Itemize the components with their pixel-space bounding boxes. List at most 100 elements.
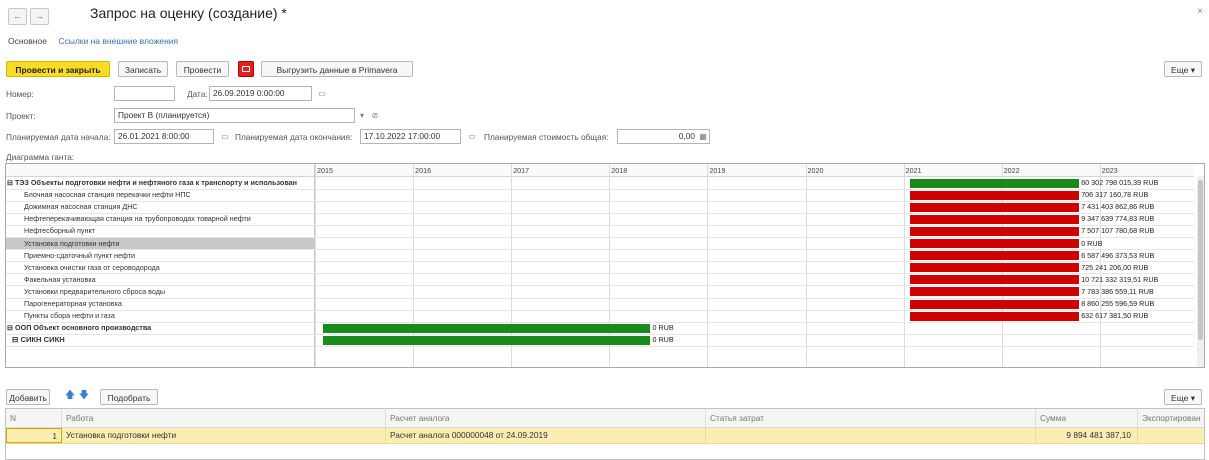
gantt-row-label: ⊟ ТЭЗ Объекты подготовки нефти и нефтяно… xyxy=(7,178,297,187)
gantt-row[interactable]: Приемно-сдаточный пункт нефти 6 587 496 3… xyxy=(6,250,1194,262)
column-header-exported[interactable]: Экспортирован xyxy=(1138,409,1204,428)
gantt-bar[interactable] xyxy=(910,178,1080,188)
gantt-bar[interactable] xyxy=(910,287,1080,297)
gantt-year-label: 2021 xyxy=(905,166,922,175)
gantt-bar-value: 8 860 255 596,59 RUB xyxy=(1081,299,1155,308)
back-button[interactable]: ← xyxy=(8,8,27,25)
end-date-label: Планируемая дата окончания: xyxy=(235,132,353,142)
post-and-close-button[interactable]: Провести и закрыть xyxy=(6,61,110,77)
cell-article[interactable] xyxy=(706,428,1036,443)
gantt-bar[interactable] xyxy=(910,226,1080,236)
gantt-bar[interactable] xyxy=(910,251,1080,261)
number-field[interactable] xyxy=(114,86,175,101)
gantt-year-label: 2019 xyxy=(709,166,726,175)
tab-external-links[interactable]: Ссылки на внешние вложения xyxy=(58,36,178,46)
export-primavera-button[interactable]: Выгрузить данные в Primavera xyxy=(261,61,413,77)
gantt-row-label: Блочная насосная станция перекачки нефти… xyxy=(24,190,191,200)
calendar-icon[interactable]: ▭ xyxy=(219,131,231,143)
gantt-bar-value: 706 317 160,78 RUB xyxy=(1081,190,1149,200)
gantt-bar[interactable] xyxy=(322,335,651,345)
report-icon xyxy=(242,66,250,72)
column-header-n[interactable]: N xyxy=(6,409,62,428)
gantt-bar-value: 632 617 381,50 RUB xyxy=(1081,311,1149,321)
cell-n[interactable]: 1 xyxy=(6,428,62,443)
gantt-bar-value: 0 RUB xyxy=(652,323,674,333)
start-date-field[interactable]: 26.01.2021 8:00:00 xyxy=(114,129,214,144)
gantt-row-label: ⊟ СИКН СИКН xyxy=(12,335,65,345)
section-tabs: Основное Ссылки на внешние вложения xyxy=(8,36,187,46)
move-up-icon[interactable]: 🡅 xyxy=(64,389,76,403)
gantt-row[interactable]: Установка очистки газа от сероводорода 72… xyxy=(6,262,1194,274)
gantt-bar-value: 60 302 798 015,39 RUB xyxy=(1081,178,1159,187)
gantt-row[interactable]: Нефтеперекачивающая станция на трубопров… xyxy=(6,213,1194,225)
gantt-bar[interactable] xyxy=(910,202,1080,212)
gantt-row-label: Пункты сбора нефти и газа xyxy=(24,311,115,321)
gantt-row[interactable]: Нефтесборный пункт 7 507 107 780,68 RUB xyxy=(6,225,1194,237)
gantt-scroll-thumb[interactable] xyxy=(1198,180,1203,340)
gantt-row-label: Установки предварительного сброса воды xyxy=(24,286,166,296)
save-button[interactable]: Записать xyxy=(118,61,168,77)
gantt-row[interactable]: Установка подготовки нефти 0 RUB xyxy=(6,237,1194,250)
cell-exported[interactable] xyxy=(1138,428,1204,443)
gantt-row-divider xyxy=(6,345,1194,347)
table-row[interactable]: 1 Установка подготовки нефти Расчет анал… xyxy=(6,428,1204,444)
forward-button[interactable]: → xyxy=(30,8,49,25)
more-button[interactable]: Еще ▾ xyxy=(1164,61,1202,77)
gantt-bar-value: 0 RUB xyxy=(1081,238,1103,248)
gantt-chart[interactable]: 2015 2016 2017 2018 2019 2020 2021 2022 2023 ⊟ ТЭ… xyxy=(5,163,1205,368)
column-header-article[interactable]: Статья затрат xyxy=(706,409,1036,428)
table-more-button[interactable]: Еще ▾ xyxy=(1164,389,1202,405)
gantt-row[interactable]: ⊟ ТЭЗ Объекты подготовки нефти и нефтяно… xyxy=(6,177,1194,189)
gantt-bar[interactable] xyxy=(910,263,1080,273)
gantt-year-label: 2015 xyxy=(317,166,333,175)
column-header-calc[interactable]: Расчет аналога xyxy=(386,409,706,428)
gantt-bar[interactable] xyxy=(910,214,1080,224)
post-button[interactable]: Провести xyxy=(176,61,229,77)
calculator-icon[interactable]: ▦ xyxy=(697,131,709,143)
close-icon[interactable]: × xyxy=(1197,6,1203,17)
gantt-bar[interactable] xyxy=(910,299,1080,309)
cell-work[interactable]: Установка подготовки нефти xyxy=(62,428,386,443)
gantt-year-label: 2016 xyxy=(415,166,432,175)
gantt-row[interactable]: ⊟ ООП Объект основного производства 0 RUB xyxy=(6,322,1194,334)
gantt-bar[interactable] xyxy=(910,311,1080,321)
column-header-work[interactable]: Работа xyxy=(62,409,386,428)
move-down-icon[interactable]: 🡇 xyxy=(78,389,90,403)
gantt-bar[interactable] xyxy=(322,323,651,333)
gantt-bar-value: 6 587 496 373,53 RUB xyxy=(1081,250,1155,260)
gantt-row-label: Парогенераторная установка xyxy=(24,299,122,308)
end-date-field[interactable]: 17.10.2022 17:00:00 xyxy=(360,129,461,144)
tab-main[interactable]: Основное xyxy=(8,36,47,46)
gantt-row[interactable]: Факельная установка 10 721 332 319,51 RUB xyxy=(6,274,1194,286)
number-label: Номер: xyxy=(6,89,34,99)
gantt-row[interactable]: Дожимная насосная станция ДНС 7 431 403 8… xyxy=(6,201,1194,213)
pdf-report-button[interactable] xyxy=(238,61,254,77)
gantt-row[interactable]: ⊟ СИКН СИКН 0 RUB xyxy=(6,334,1194,346)
chevron-down-icon[interactable]: ▾ xyxy=(356,110,368,122)
gantt-row-label: Установка очистки газа от сероводорода xyxy=(24,262,160,272)
cell-calc[interactable]: Расчет аналога 000000048 от 24.09.2019 xyxy=(386,428,706,443)
forward-icon: → xyxy=(35,11,44,21)
add-button[interactable]: Добавить xyxy=(6,389,50,405)
gantt-row[interactable]: Пункты сбора нефти и газа 632 617 381,50 … xyxy=(6,310,1194,322)
gantt-row[interactable]: Установки предварительного сброса воды 7 … xyxy=(6,286,1194,298)
gantt-row[interactable]: Блочная насосная станция перекачки нефти… xyxy=(6,189,1194,201)
cell-sum[interactable]: 9 894 481 387,10 xyxy=(1036,428,1138,443)
total-cost-label: Планируемая стоимость общая: xyxy=(484,132,609,142)
calendar-icon[interactable]: ▭ xyxy=(466,131,478,143)
pick-button[interactable]: Подобрать xyxy=(100,389,158,405)
gantt-row[interactable]: Парогенераторная установка 8 860 255 596,… xyxy=(6,298,1194,310)
back-icon: ← xyxy=(13,11,22,21)
gantt-bar-value: 0 RUB xyxy=(652,335,674,345)
gantt-bar[interactable] xyxy=(910,190,1080,200)
calendar-icon[interactable]: ▭ xyxy=(316,88,328,100)
gantt-bar-value: 7 507 107 780,68 RUB xyxy=(1081,226,1155,236)
column-header-sum[interactable]: Сумма xyxy=(1036,409,1138,428)
date-field[interactable]: 26.09.2019 0:00:00 xyxy=(209,86,312,101)
gantt-bar[interactable] xyxy=(910,275,1080,285)
project-field[interactable]: Проект В (планируется) xyxy=(114,108,355,123)
open-link-icon[interactable]: ⊘ xyxy=(369,110,381,122)
gantt-bar-value: 7 431 403 862,86 RUB xyxy=(1081,202,1155,212)
gantt-bar[interactable] xyxy=(910,239,1080,248)
gantt-row-label: Приемно-сдаточный пункт нефти xyxy=(24,250,136,260)
